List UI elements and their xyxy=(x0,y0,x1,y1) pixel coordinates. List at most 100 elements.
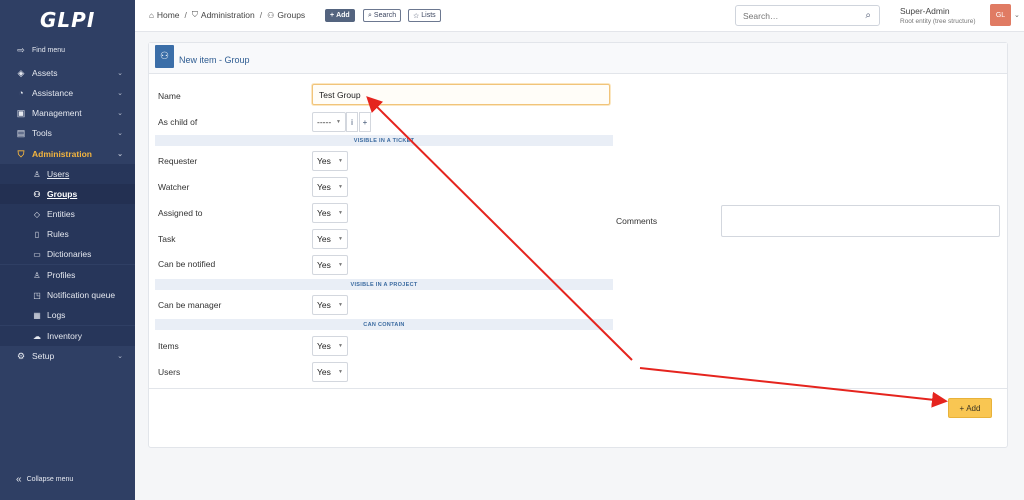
add-parent-button[interactable]: + xyxy=(359,112,371,132)
assigned-label: Assigned to xyxy=(158,208,203,218)
requester-label: Requester xyxy=(158,156,198,166)
chevron-down-icon[interactable]: ⌄ xyxy=(1014,11,1020,19)
collapse-menu[interactable]: « Collapse menu xyxy=(16,474,73,485)
items-select[interactable]: Yes ▼ xyxy=(312,336,348,356)
book-icon: ▯ xyxy=(34,229,40,239)
sidebar-item-management[interactable]: ▣ Management ⌄ xyxy=(0,103,135,123)
sidebar-subitem-inventory[interactable]: ☁ Inventory xyxy=(0,326,135,346)
info-button[interactable]: i xyxy=(346,112,358,132)
caret-down-icon: ▼ xyxy=(338,236,343,242)
gear-icon: ⚙ xyxy=(16,350,26,361)
parent-group-value: ----- xyxy=(317,117,332,127)
users-value: Yes xyxy=(317,367,331,377)
find-menu-label: Find menu xyxy=(32,46,66,54)
sidebar-item-assets[interactable]: ◈ Assets ⌄ xyxy=(0,63,135,83)
lists-button[interactable]: ☆ Lists xyxy=(408,9,441,22)
comments-textarea[interactable] xyxy=(721,205,1000,237)
sidebar-subitem-rules[interactable]: ▯ Rules xyxy=(0,224,135,244)
sidebar-item-label: Assistance xyxy=(32,88,74,98)
caret-down-icon: ▼ xyxy=(338,262,343,268)
task-value: Yes xyxy=(317,234,331,244)
parent-group-select[interactable]: ----- ▼ xyxy=(312,112,346,132)
plus-icon: + xyxy=(330,12,335,19)
sidebar-subitem-label: Logs xyxy=(47,310,66,320)
add-button[interactable]: + Add xyxy=(948,398,992,418)
find-menu[interactable]: ⇨ Find menu xyxy=(0,40,135,60)
sidebar-subitem-groups[interactable]: ⚇ Groups xyxy=(0,184,135,204)
sidebar-item-assistance[interactable]: ◔ Assistance ⌄ xyxy=(0,83,135,103)
caret-down-icon: ▼ xyxy=(338,210,343,216)
shield-icon: ⛉ xyxy=(191,10,198,19)
sidebar-subitem-label: Entities xyxy=(47,209,75,219)
notification-icon: ◳ xyxy=(33,290,41,300)
cube-icon: ◈ xyxy=(17,67,25,78)
sidebar-subitem-label: Users xyxy=(47,169,70,179)
name-input[interactable] xyxy=(312,84,610,105)
watcher-select[interactable]: Yes ▼ xyxy=(312,177,348,197)
sidebar: GLPI ⇨ Find menu ◈ Assets ⌄ ◔ Assistance… xyxy=(0,0,135,500)
breadcrumb-administration[interactable]: Administration xyxy=(201,10,255,20)
collapse-menu-label: Collapse menu xyxy=(26,476,74,483)
add-label: Add xyxy=(336,12,350,19)
sidebar-item-setup[interactable]: ⚙ Setup ⌄ xyxy=(0,346,135,366)
notified-select[interactable]: Yes ▼ xyxy=(312,255,348,275)
sidebar-item-administration[interactable]: ⛉ Administration ⌄ xyxy=(0,144,135,164)
breadcrumb-home[interactable]: Home xyxy=(157,10,180,20)
glpi-logo[interactable]: GLPI xyxy=(40,8,95,32)
sidebar-subitem-profiles[interactable]: ♙ Profiles xyxy=(0,265,135,285)
chevron-down-icon: ⌄ xyxy=(117,130,123,137)
chevron-down-icon: ⌄ xyxy=(117,353,123,360)
users-icon: ⚇ xyxy=(33,189,41,199)
users-select[interactable]: Yes ▼ xyxy=(312,362,348,382)
items-value: Yes xyxy=(317,341,331,351)
global-search[interactable]: ⌕ xyxy=(735,5,880,26)
book-open-icon: ▭ xyxy=(33,249,41,259)
caret-down-icon: ▼ xyxy=(336,119,341,125)
user-menu[interactable]: Super-Admin Root entity (tree structure) xyxy=(900,6,976,25)
sidebar-subitem-users[interactable]: ♙ Users xyxy=(0,164,135,184)
chevron-down-icon: ⌄ xyxy=(117,70,123,77)
manager-select[interactable]: Yes ▼ xyxy=(312,295,348,315)
sidebar-subitem-entities[interactable]: ◇ Entities xyxy=(0,204,135,224)
home-icon: ⌂ xyxy=(149,10,154,20)
sidebar-item-label: Assets xyxy=(32,68,58,78)
sidebar-item-label: Administration xyxy=(32,149,92,159)
search-icon[interactable]: ⌕ xyxy=(865,10,871,21)
manager-label: Can be manager xyxy=(158,300,222,310)
sidebar-subitem-label: Profiles xyxy=(47,270,76,280)
section-can-contain: CAN CONTAIN xyxy=(155,319,613,330)
card-header: ⚇ New item - Group xyxy=(149,43,1007,74)
section-visible-project: VISIBLE IN A PROJECT xyxy=(155,279,613,290)
layers-icon: ◇ xyxy=(33,209,41,219)
task-label: Task xyxy=(158,234,176,244)
comments-label: Comments xyxy=(616,216,658,226)
requester-select[interactable]: Yes ▼ xyxy=(312,151,348,171)
assigned-select[interactable]: Yes ▼ xyxy=(312,203,348,223)
sidebar-subitem-dictionaries[interactable]: ▭ Dictionaries xyxy=(0,244,135,264)
caret-down-icon: ▼ xyxy=(338,369,343,375)
shield-icon: ⛉ xyxy=(17,148,25,159)
user-entity: Root entity (tree structure) xyxy=(900,18,976,25)
search-button[interactable]: ⌕ Search xyxy=(363,9,402,22)
topbar: ⌂ Home / ⛉ Administration / ⚇ Groups + A… xyxy=(135,0,1024,32)
assigned-value: Yes xyxy=(317,208,331,218)
sidebar-subitem-logs[interactable]: ▦ Logs xyxy=(0,305,135,325)
task-select[interactable]: Yes ▼ xyxy=(312,229,348,249)
sidebar-item-tools[interactable]: ▤ Tools ⌄ xyxy=(0,123,135,143)
breadcrumb-groups[interactable]: Groups xyxy=(277,10,305,20)
add-button-label: Add xyxy=(966,403,981,413)
search-input[interactable] xyxy=(743,10,853,21)
form-footer-divider xyxy=(149,388,1007,389)
add-button-top[interactable]: + Add xyxy=(325,9,355,22)
avatar[interactable]: GL xyxy=(990,4,1011,26)
caret-down-icon: ▼ xyxy=(338,184,343,190)
sidebar-subitem-notification-queue[interactable]: ◳ Notification queue xyxy=(0,285,135,305)
caret-down-icon: ▼ xyxy=(338,158,343,164)
caret-down-icon: ▼ xyxy=(338,343,343,349)
user-name: Super-Admin xyxy=(900,6,950,16)
double-chevron-left-icon: « xyxy=(16,474,22,485)
sidebar-subitem-label: Inventory xyxy=(47,331,82,341)
users-label: Users xyxy=(158,367,181,377)
sidebar-item-label: Tools xyxy=(32,128,52,138)
users-icon: ⚇ xyxy=(267,10,275,20)
